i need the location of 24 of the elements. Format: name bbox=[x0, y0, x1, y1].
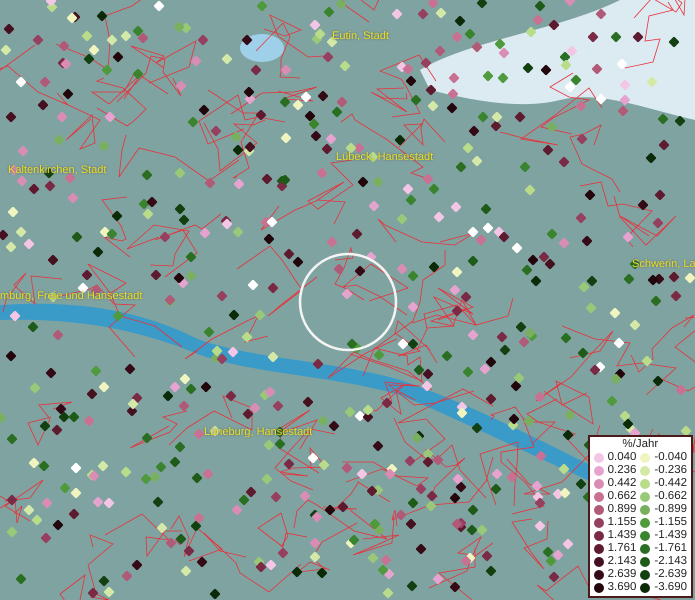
legend-value: 0.442 bbox=[608, 477, 636, 490]
legend-value: 1.761 bbox=[608, 542, 636, 555]
legend-value: 1.439 bbox=[608, 529, 636, 542]
legend-value: -1.439 bbox=[654, 529, 687, 542]
legend-value: -3.690 bbox=[654, 581, 687, 594]
place-label: Eutin, Stadt bbox=[332, 30, 389, 42]
legend-title: %/Jahr bbox=[621, 438, 660, 451]
legend-value: -1.761 bbox=[654, 542, 687, 555]
legend-value: 0.899 bbox=[608, 503, 636, 516]
legend-value: -0.442 bbox=[654, 477, 687, 490]
legend-value: -0.040 bbox=[654, 451, 687, 464]
legend-value: 0.040 bbox=[608, 451, 636, 464]
legend-value: 0.662 bbox=[608, 490, 636, 503]
legend-value: 3.690 bbox=[608, 581, 636, 594]
legend-value: -2.143 bbox=[654, 555, 687, 568]
legend-value: 2.143 bbox=[608, 555, 636, 568]
legend-value: 2.639 bbox=[608, 568, 636, 581]
legend-value: 0.236 bbox=[608, 464, 636, 477]
legend-value: -0.899 bbox=[654, 503, 687, 516]
legend-value: 1.155 bbox=[608, 516, 636, 529]
legend-value: -2.639 bbox=[654, 568, 687, 581]
legend-value: -1.155 bbox=[654, 516, 687, 529]
legend-value: -0.662 bbox=[654, 490, 687, 503]
legend-value: -0.236 bbox=[654, 464, 687, 477]
